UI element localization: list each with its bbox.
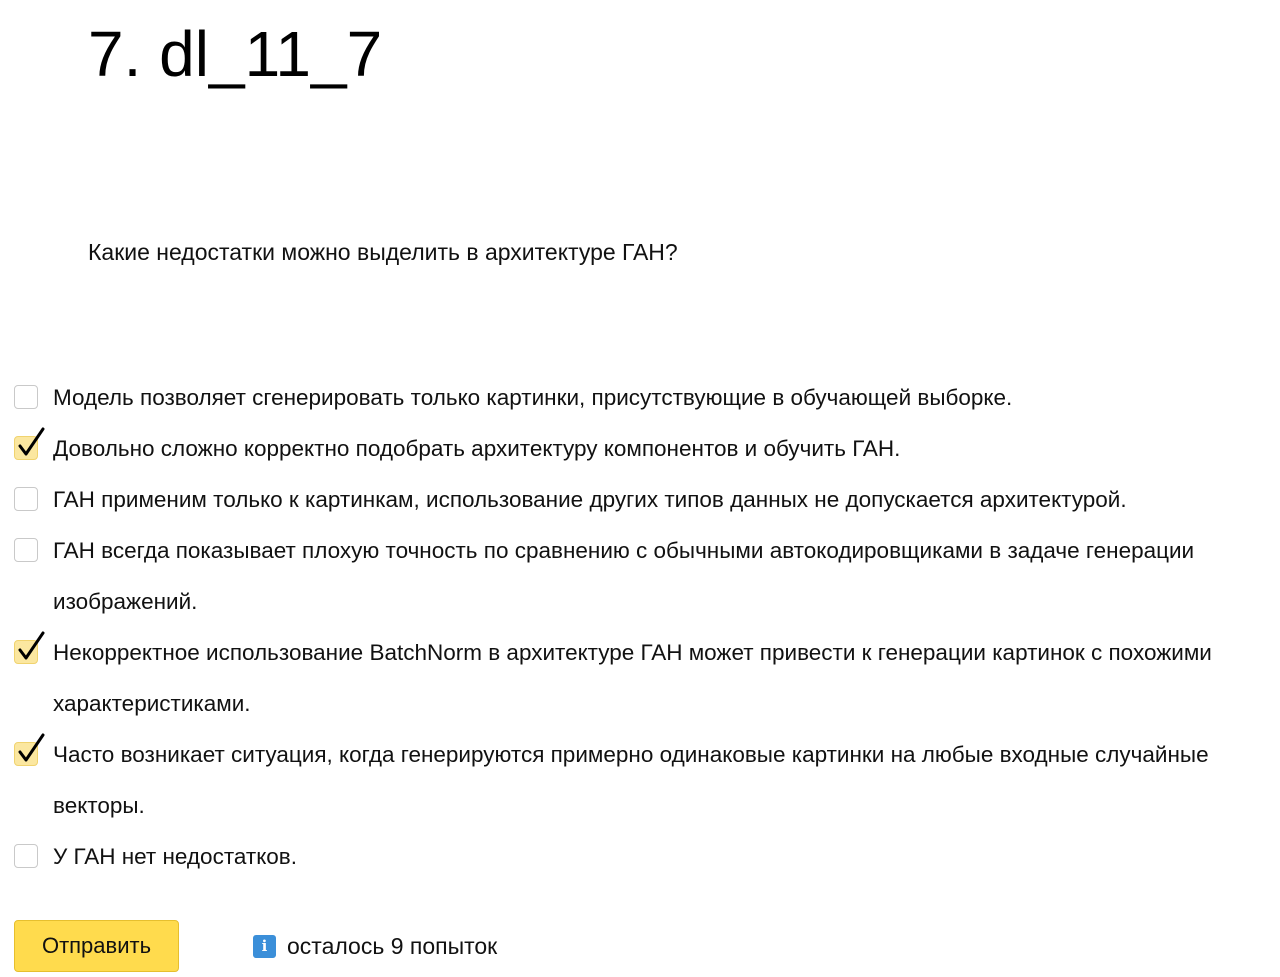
attempts-info: i осталось 9 попыток xyxy=(253,928,497,964)
checkbox[interactable] xyxy=(14,844,38,868)
checkbox[interactable] xyxy=(14,538,38,562)
option-item[interactable]: Часто возникает ситуация, когда генериру… xyxy=(14,729,1278,831)
option-label: Модель позволяет сгенерировать только ка… xyxy=(53,385,1013,410)
submit-button[interactable]: Отправить xyxy=(14,920,179,972)
checkmark-icon xyxy=(18,427,45,456)
option-item[interactable]: У ГАН нет недостатков. xyxy=(14,831,1278,882)
checkbox[interactable] xyxy=(14,385,38,409)
checkbox[interactable] xyxy=(14,631,45,664)
option-label: У ГАН нет недостатков. xyxy=(53,844,298,869)
option-item[interactable]: ГАН применим только к картинкам, использ… xyxy=(14,474,1278,525)
option-item[interactable]: Модель позволяет сгенерировать только ка… xyxy=(14,372,1278,423)
checkmark-icon xyxy=(18,631,45,660)
option-item[interactable]: Довольно сложно корректно подобрать архи… xyxy=(14,423,1278,474)
question-text: Какие недостатки можно выделить в архите… xyxy=(88,239,678,265)
attempts-text: осталось 9 попыток xyxy=(287,932,498,959)
info-icon: i xyxy=(253,934,276,958)
checkbox[interactable] xyxy=(14,487,38,511)
task-title: 7. dl_11_7 xyxy=(88,18,383,90)
checkbox[interactable] xyxy=(14,427,45,460)
option-item[interactable]: Некорректное использование BatchNorm в а… xyxy=(14,627,1278,729)
option-label: Довольно сложно корректно подобрать архи… xyxy=(53,436,901,461)
option-label: ГАН применим только к картинкам, использ… xyxy=(53,487,1127,512)
option-label: Часто возникает ситуация, когда генериру… xyxy=(53,742,1209,818)
checkmark-icon xyxy=(18,733,45,762)
option-label: ГАН всегда показывает плохую точность по… xyxy=(53,538,1195,614)
option-item[interactable]: ГАН всегда показывает плохую точность по… xyxy=(14,525,1278,627)
options-list: Модель позволяет сгенерировать только ка… xyxy=(14,372,1278,882)
option-label: Некорректное использование BatchNorm в а… xyxy=(53,640,1212,716)
checkbox[interactable] xyxy=(14,733,45,766)
